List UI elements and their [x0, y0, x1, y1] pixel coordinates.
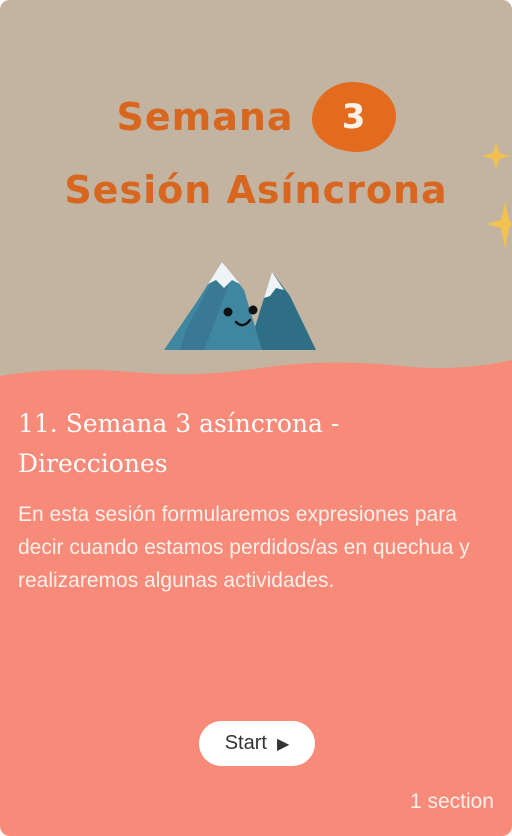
hero-subtitle: Sesión Asíncrona [64, 168, 448, 212]
course-description: En esta sesión formularemos expresiones … [18, 503, 470, 592]
course-hero-image: Semana 3 Sesión Asíncrona [0, 0, 512, 400]
course-title[interactable]: 11. Semana 3 asíncrona - Direcciones [18, 404, 494, 484]
start-button[interactable]: Start ▶ [199, 721, 315, 766]
mountain-mascot-icon [164, 262, 316, 350]
section-count: 1 section [409, 790, 494, 813]
course-content: 11. Semana 3 asíncrona - Direcciones En … [18, 404, 494, 597]
play-icon: ▶ [276, 735, 290, 753]
hero-week-heading: Semana 3 [0, 82, 512, 152]
course-card[interactable]: Semana 3 Sesión Asíncrona 11. Semana 3 as… [0, 0, 512, 836]
week-number-badge: 3 [311, 82, 396, 152]
hero-week-word: Semana [116, 95, 294, 139]
start-button-label: Start [224, 732, 267, 754]
